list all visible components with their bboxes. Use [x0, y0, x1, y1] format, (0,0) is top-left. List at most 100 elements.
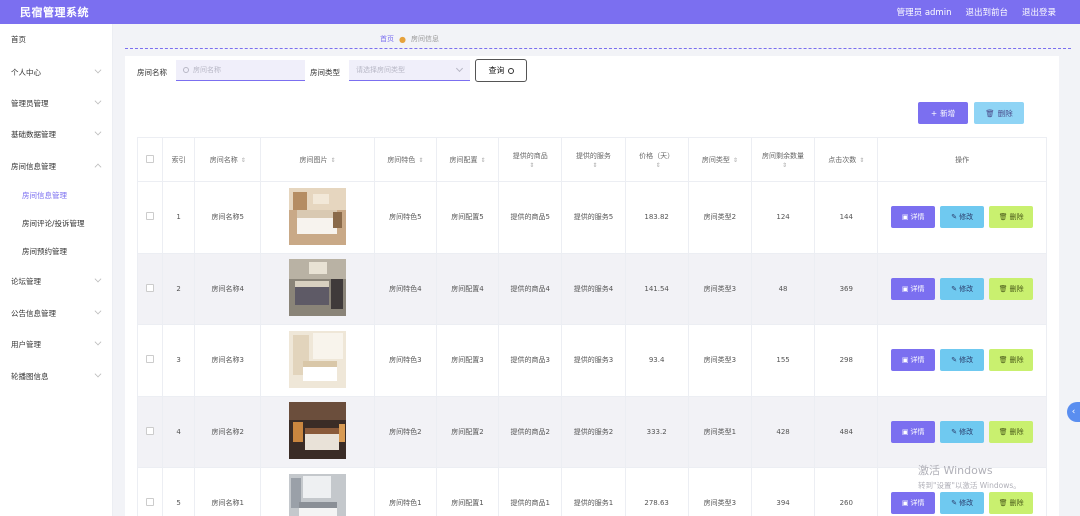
column-header[interactable]: 房间配置 ⇕: [435, 137, 500, 182]
sidebar-item-users[interactable]: 用户管理: [0, 333, 113, 355]
row-checkbox[interactable]: [146, 212, 155, 221]
chevron-down-icon: [455, 64, 464, 73]
column-header[interactable]: 房间类型 ⇕: [687, 137, 752, 182]
batch-delete-button[interactable]: 🗑 删除: [974, 102, 1024, 124]
column-header: 索引: [162, 137, 196, 182]
back-to-front-link[interactable]: 退出到前台: [965, 6, 1008, 18]
sidebar-item-home[interactable]: 首页: [0, 28, 113, 50]
sidebar-item-forum[interactable]: 论坛管理: [0, 270, 113, 292]
detail-button[interactable]: ▣ 详情: [891, 277, 936, 300]
sort-icon[interactable]: ⇕: [859, 157, 864, 164]
column-header[interactable]: 提供的商品 ⇕: [498, 137, 563, 182]
sidebar-item-carousel[interactable]: 轮播图信息: [0, 365, 113, 387]
edit-label: 修改: [959, 356, 974, 365]
sort-icon[interactable]: ⇕: [241, 157, 246, 164]
edit-label: 修改: [959, 284, 974, 293]
detail-button[interactable]: ▣ 详情: [891, 492, 936, 515]
cell-image: [260, 252, 375, 325]
trash-icon: 🗑: [998, 213, 1008, 222]
detail-button[interactable]: ▣ 详情: [891, 420, 936, 443]
sidebar-item-notice[interactable]: 公告信息管理: [0, 302, 113, 324]
row-checkbox[interactable]: [146, 283, 155, 292]
sidebar-item-label: 公告信息管理: [11, 308, 56, 318]
logout-link[interactable]: 退出登录: [1022, 6, 1056, 18]
select-all-checkbox[interactable]: [146, 154, 155, 163]
breadcrumb-home[interactable]: 首页: [380, 34, 394, 44]
sidebar-item-room-info-group[interactable]: 房间信息管理: [0, 155, 113, 177]
chevron-down-icon: [94, 275, 102, 283]
room-photo[interactable]: [289, 259, 347, 317]
edit-button[interactable]: ✎ 修改: [940, 206, 985, 229]
room-photo[interactable]: [289, 187, 347, 245]
query-button[interactable]: 查询: [475, 59, 527, 82]
sort-icon[interactable]: ⇕: [733, 157, 738, 164]
row-checkbox[interactable]: [146, 426, 155, 435]
cell-image: [260, 181, 375, 254]
sort-icon[interactable]: ⇕: [592, 162, 597, 169]
column-header[interactable]: 房间特色 ⇕: [373, 137, 437, 182]
chevron-down-icon: [94, 66, 102, 74]
sort-icon[interactable]: ⇕: [656, 162, 661, 169]
room-photo[interactable]: [289, 402, 347, 460]
add-button[interactable]: + 新增: [918, 102, 968, 124]
column-header[interactable]: 点击次数 ⇕: [814, 137, 879, 182]
edit-button[interactable]: ✎ 修改: [940, 277, 985, 300]
delete-button[interactable]: 🗑 删除: [989, 277, 1034, 300]
cell-clicks: 484: [814, 395, 879, 468]
cell-price: 333.2: [624, 395, 689, 468]
sort-icon[interactable]: ⇕: [331, 157, 336, 164]
delete-button[interactable]: 🗑 删除: [989, 206, 1034, 229]
room-photo[interactable]: [289, 473, 347, 516]
room-photo[interactable]: [289, 330, 347, 388]
sort-icon[interactable]: ⇕: [782, 162, 787, 169]
delete-button[interactable]: 🗑 删除: [989, 349, 1034, 372]
room-type-select[interactable]: 请选择房间类型: [349, 60, 470, 81]
room-name-input[interactable]: 房间名称: [176, 60, 305, 81]
column-header[interactable]: 房间剩余数量 ⇕: [750, 137, 816, 182]
detail-button[interactable]: ▣ 详情: [891, 349, 936, 372]
cell-index: 3: [162, 324, 196, 397]
detail-button[interactable]: ▣ 详情: [891, 206, 936, 229]
cell-name: 房间名称5: [194, 181, 262, 254]
trash-icon: 🗑: [998, 499, 1008, 508]
delete-button[interactable]: 🗑 删除: [989, 420, 1034, 443]
plus-icon: +: [930, 108, 938, 118]
column-header-label: 房间配置: [449, 155, 478, 164]
room-type-placeholder: 请选择房间类型: [356, 66, 405, 74]
column-header[interactable]: 提供的服务 ⇕: [561, 137, 626, 182]
document-icon: ▣: [901, 213, 909, 222]
sidebar-item-personal-center[interactable]: 个人中心: [0, 61, 113, 83]
cell-type: 房间类型3: [687, 324, 752, 397]
collapse-tab[interactable]: ‹: [1067, 402, 1080, 422]
app-title: 民宿管理系统: [20, 6, 89, 19]
sidebar-item-room-info[interactable]: 房间信息管理: [0, 184, 113, 206]
column-header[interactable]: 房间图片 ⇕: [260, 137, 375, 182]
delete-button[interactable]: 🗑 删除: [989, 492, 1034, 515]
trash-icon: 🗑: [998, 427, 1008, 436]
cell-type: 房间类型3: [687, 467, 752, 516]
cell-goods: 提供的商品1: [498, 467, 563, 516]
document-icon: ▣: [901, 427, 909, 436]
column-header[interactable]: 价格（天） ⇕: [624, 137, 689, 182]
row-checkbox[interactable]: [146, 498, 155, 507]
cell-actions: ▣ 详情 ✎ 修改 🗑 删除: [877, 252, 1047, 325]
edit-button[interactable]: ✎ 修改: [940, 492, 985, 515]
sidebar-item-basic-data[interactable]: 基础数据管理: [0, 123, 113, 145]
column-header[interactable]: 房间名称 ⇕: [194, 137, 262, 182]
edit-button[interactable]: ✎ 修改: [940, 349, 985, 372]
cell-image: [260, 467, 375, 516]
row-checkbox[interactable]: [146, 355, 155, 364]
sidebar-item-room-comments[interactable]: 房间评论/投诉管理: [0, 212, 113, 234]
cell-feature: 房间特色2: [373, 395, 437, 468]
edit-button[interactable]: ✎ 修改: [940, 420, 985, 443]
column-header: 操作: [877, 137, 1047, 182]
sidebar-item-room-booking[interactable]: 房间预约管理: [0, 240, 113, 262]
sort-icon[interactable]: ⇕: [529, 162, 534, 169]
sidebar-item-admin-management[interactable]: 管理员管理: [0, 92, 113, 114]
edit-label: 修改: [959, 427, 974, 436]
sidebar-item-label: 轮播图信息: [11, 371, 49, 381]
cell-config: 房间配置4: [435, 252, 500, 325]
column-header-label: 房间图片: [299, 155, 328, 164]
sort-icon[interactable]: ⇕: [418, 157, 423, 164]
sort-icon[interactable]: ⇕: [481, 157, 486, 164]
